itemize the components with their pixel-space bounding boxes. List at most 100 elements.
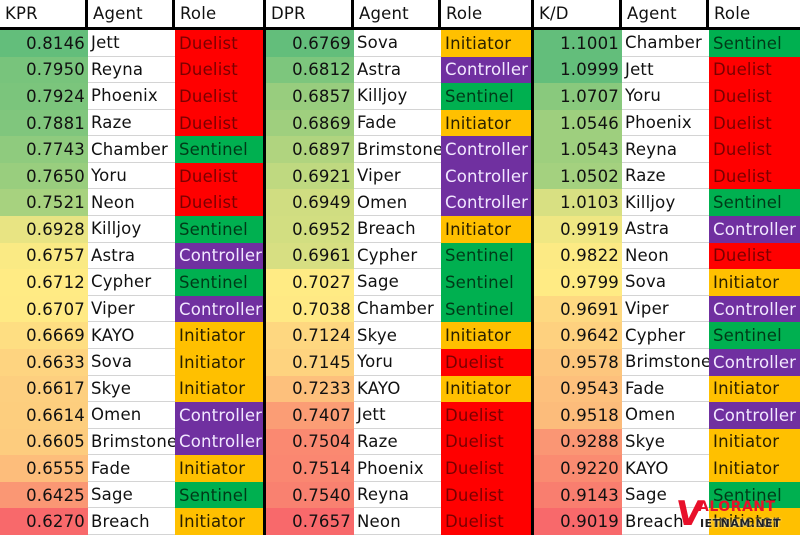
agent-name-cell[interactable]: Neon	[88, 189, 175, 217]
agent-name-cell[interactable]: Chamber	[622, 30, 709, 57]
agent-name-cell[interactable]: Raze	[354, 428, 441, 456]
agent-name-cell[interactable]: Reyna	[88, 56, 175, 84]
agent-name-cell[interactable]: Astra	[622, 216, 709, 243]
stat-value-cell[interactable]: 0.6869	[266, 109, 354, 137]
stat-value-cell[interactable]: 0.6605	[0, 428, 88, 456]
agent-name-cell[interactable]: Sova	[354, 30, 441, 57]
stat-value-cell[interactable]: 0.6669	[0, 322, 88, 349]
stat-value-cell[interactable]: 0.7233	[266, 375, 354, 403]
stat-value-cell[interactable]: 0.6812	[266, 56, 354, 84]
role-cell-initiator[interactable]: Initiator	[709, 508, 800, 535]
role-cell-duelist[interactable]: Duelist	[441, 481, 531, 509]
header-kd[interactable]: K/D	[534, 0, 622, 27]
stat-value-cell[interactable]: 0.6614	[0, 402, 88, 429]
stat-value-cell[interactable]: 1.0546	[534, 109, 622, 137]
agent-name-cell[interactable]: Fade	[622, 375, 709, 403]
stat-value-cell[interactable]: 0.6712	[0, 269, 88, 296]
role-cell-initiator[interactable]: Initiator	[709, 375, 800, 403]
role-cell-initiator[interactable]: Initiator	[441, 322, 531, 349]
stat-value-cell[interactable]: 1.0103	[534, 189, 622, 217]
stat-value-cell[interactable]: 0.6949	[266, 189, 354, 217]
agent-name-cell[interactable]: Breach	[88, 508, 175, 535]
role-cell-duelist[interactable]: Duelist	[441, 402, 531, 429]
role-cell-sentinel[interactable]: Sentinel	[709, 30, 800, 57]
stat-value-cell[interactable]: 0.9822	[534, 242, 622, 270]
agent-name-cell[interactable]: Yoru	[622, 83, 709, 110]
stat-value-cell[interactable]: 0.9518	[534, 402, 622, 429]
agent-name-cell[interactable]: Skye	[622, 428, 709, 456]
role-cell-initiator[interactable]: Initiator	[175, 322, 263, 349]
stat-value-cell[interactable]: 0.6633	[0, 348, 88, 376]
agent-name-cell[interactable]: Omen	[354, 189, 441, 217]
agent-name-cell[interactable]: Brimstone	[354, 136, 441, 163]
stat-value-cell[interactable]: 0.6961	[266, 242, 354, 270]
role-cell-duelist[interactable]: Duelist	[175, 109, 263, 137]
role-cell-controller[interactable]: Controller	[709, 402, 800, 429]
stat-value-cell[interactable]: 0.9543	[534, 375, 622, 403]
role-cell-controller[interactable]: Controller	[709, 216, 800, 243]
agent-name-cell[interactable]: KAYO	[622, 455, 709, 482]
role-cell-initiator[interactable]: Initiator	[709, 428, 800, 456]
stat-value-cell[interactable]: 0.7145	[266, 348, 354, 376]
stat-value-cell[interactable]: 0.7924	[0, 83, 88, 110]
stat-value-cell[interactable]: 0.7124	[266, 322, 354, 349]
role-cell-sentinel[interactable]: Sentinel	[175, 216, 263, 243]
role-cell-sentinel[interactable]: Sentinel	[709, 481, 800, 509]
role-cell-duelist[interactable]: Duelist	[441, 428, 531, 456]
role-cell-sentinel[interactable]: Sentinel	[175, 136, 263, 163]
agent-name-cell[interactable]: Sova	[88, 348, 175, 376]
role-cell-duelist[interactable]: Duelist	[175, 30, 263, 57]
role-cell-initiator[interactable]: Initiator	[175, 348, 263, 376]
role-cell-controller[interactable]: Controller	[709, 348, 800, 376]
stat-value-cell[interactable]: 0.6707	[0, 295, 88, 323]
header-role[interactable]: Role	[709, 0, 800, 27]
stat-value-cell[interactable]: 0.6897	[266, 136, 354, 163]
stat-value-cell[interactable]: 1.1001	[534, 30, 622, 57]
role-cell-sentinel[interactable]: Sentinel	[441, 295, 531, 323]
header-dpr[interactable]: DPR	[266, 0, 354, 27]
role-cell-duelist[interactable]: Duelist	[175, 83, 263, 110]
role-cell-controller[interactable]: Controller	[441, 189, 531, 217]
role-cell-duelist[interactable]: Duelist	[175, 56, 263, 84]
role-cell-initiator[interactable]: Initiator	[709, 269, 800, 296]
role-cell-sentinel[interactable]: Sentinel	[175, 481, 263, 509]
agent-name-cell[interactable]: Viper	[354, 162, 441, 190]
stat-value-cell[interactable]: 0.7514	[266, 455, 354, 482]
role-cell-duelist[interactable]: Duelist	[709, 242, 800, 270]
agent-name-cell[interactable]: Fade	[88, 455, 175, 482]
role-cell-controller[interactable]: Controller	[175, 428, 263, 456]
stat-value-cell[interactable]: 1.0999	[534, 56, 622, 84]
role-cell-sentinel[interactable]: Sentinel	[175, 269, 263, 296]
stat-value-cell[interactable]: 0.6757	[0, 242, 88, 270]
role-cell-controller[interactable]: Controller	[441, 162, 531, 190]
agent-name-cell[interactable]: Viper	[88, 295, 175, 323]
agent-name-cell[interactable]: Jett	[622, 56, 709, 84]
role-cell-initiator[interactable]: Initiator	[709, 455, 800, 482]
stat-value-cell[interactable]: 0.7650	[0, 162, 88, 190]
role-cell-controller[interactable]: Controller	[175, 402, 263, 429]
stat-value-cell[interactable]: 0.6425	[0, 481, 88, 509]
stat-value-cell[interactable]: 0.7521	[0, 189, 88, 217]
agent-name-cell[interactable]: Viper	[622, 295, 709, 323]
stat-value-cell[interactable]: 0.9799	[534, 269, 622, 296]
stat-value-cell[interactable]: 0.8146	[0, 30, 88, 57]
agent-name-cell[interactable]: Sova	[622, 269, 709, 296]
stat-value-cell[interactable]: 0.6857	[266, 83, 354, 110]
agent-name-cell[interactable]: Reyna	[354, 481, 441, 509]
role-cell-initiator[interactable]: Initiator	[175, 455, 263, 482]
header-role[interactable]: Role	[175, 0, 263, 27]
role-cell-duelist[interactable]: Duelist	[441, 348, 531, 376]
header-agent[interactable]: Agent	[622, 0, 709, 27]
role-cell-controller[interactable]: Controller	[175, 295, 263, 323]
role-cell-duelist[interactable]: Duelist	[709, 136, 800, 163]
stat-value-cell[interactable]: 0.9220	[534, 455, 622, 482]
agent-name-cell[interactable]: Sage	[622, 481, 709, 509]
role-cell-sentinel[interactable]: Sentinel	[709, 189, 800, 217]
stat-value-cell[interactable]: 0.9288	[534, 428, 622, 456]
agent-name-cell[interactable]: Chamber	[88, 136, 175, 163]
agent-name-cell[interactable]: Cypher	[354, 242, 441, 270]
role-cell-duelist[interactable]: Duelist	[441, 455, 531, 482]
agent-name-cell[interactable]: Phoenix	[88, 83, 175, 110]
role-cell-duelist[interactable]: Duelist	[709, 56, 800, 84]
agent-name-cell[interactable]: Breach	[354, 216, 441, 243]
